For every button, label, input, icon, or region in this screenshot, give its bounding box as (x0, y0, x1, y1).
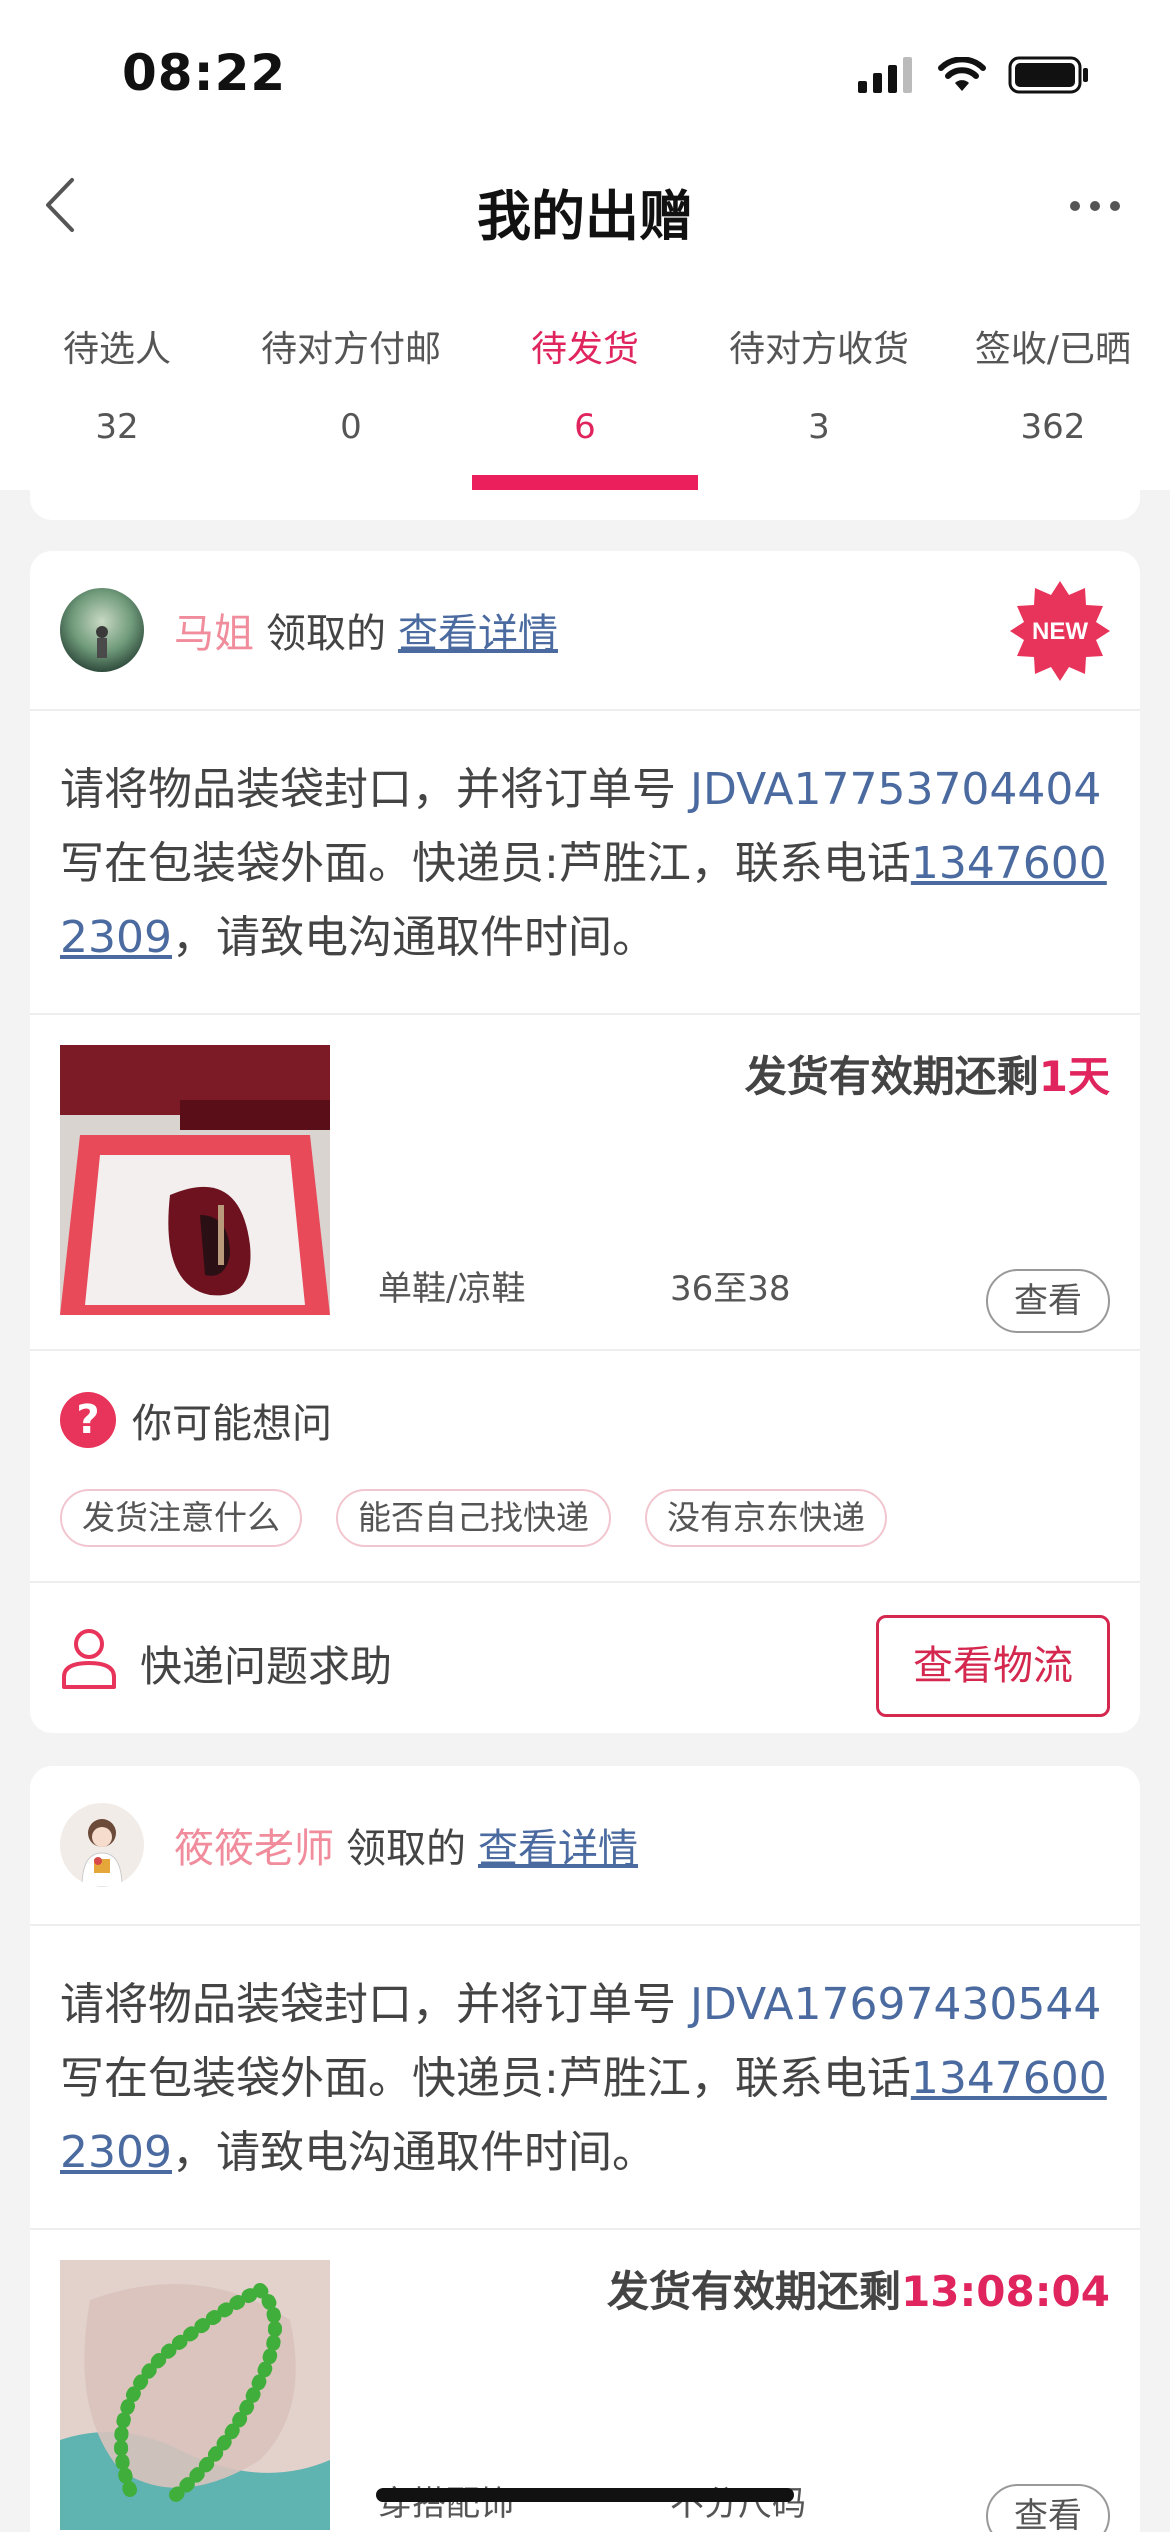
ship-deadline: 发货有效期还剩13:08:04 (607, 2258, 1110, 2319)
tab-label: 待对方收货 (728, 329, 909, 370)
view-item-button[interactable]: 查看 (986, 2484, 1110, 2532)
active-tab-indicator (472, 475, 698, 491)
instr-suffix: ，请致电沟通取件时间。 (171, 2127, 656, 2178)
tab-label: 待对方付邮 (260, 329, 441, 370)
instr-suffix: ，请致电沟通取件时间。 (171, 912, 656, 963)
tab-signed[interactable]: 签收/已晒 362 (936, 320, 1170, 452)
tab-count: 6 (574, 407, 596, 447)
top-area: 08:22 我的出赠 待选人 32 待对方付邮 0 待发货 6 待对方收货 3 … (0, 0, 1170, 491)
order-card: 筱筱老师 领取的 查看详情 请将物品装袋封口，并将订单号 JDVA1769743… (30, 1766, 1140, 2532)
previous-card-edge (30, 490, 1140, 520)
item-photo[interactable] (60, 2260, 330, 2530)
new-badge-label: NEW (1032, 618, 1088, 645)
instr-prefix: 请将物品装袋封口，并将订单号 (60, 764, 690, 815)
item-row: 发货有效期还剩13:08:04 穿搭配饰 不分尺码 查看 (30, 2230, 1140, 2532)
faq-chip[interactable]: 发货注意什么 (60, 1489, 302, 1547)
faq-chip[interactable]: 没有京东快递 (645, 1489, 887, 1547)
claim-row: 马姐 领取的 查看详情 NEW (30, 551, 1140, 711)
signal-icon (858, 57, 912, 93)
faq-header: ? 你可能想问 (60, 1391, 332, 1449)
deadline-value: 13:08:04 (901, 2267, 1110, 2316)
new-badge-icon: NEW (1010, 581, 1110, 681)
more-button[interactable] (1050, 176, 1140, 236)
avatar[interactable] (60, 588, 144, 672)
tab-label: 待选人 (62, 329, 171, 370)
view-item-button[interactable]: 查看 (986, 1269, 1110, 1333)
instr-mid: 写在包装袋外面。快递员:芦胜江，联系电话 (60, 838, 911, 889)
status-time: 08:22 (122, 44, 287, 102)
courier-help-row: 快递问题求助 查看物流 (30, 1583, 1140, 1733)
claim-row: 筱筱老师 领取的 查看详情 (30, 1766, 1140, 1926)
wifi-icon (938, 57, 986, 91)
person-icon (62, 1629, 116, 1689)
claimer-name[interactable]: 筱筱老师 (174, 1816, 334, 1874)
courier-help-link[interactable]: 快递问题求助 (140, 1633, 392, 1694)
faq-section: ? 你可能想问 发货注意什么 能否自己找快递 没有京东快递 (30, 1351, 1140, 1583)
order-card: 马姐 领取的 查看详情 NEW 请将物品装袋封口，并将订单号 JDVA17753… (30, 551, 1140, 1733)
avatar[interactable] (60, 1803, 144, 1887)
view-details-link[interactable]: 查看详情 (398, 601, 558, 659)
tab-to-select[interactable]: 待选人 32 (0, 320, 234, 452)
tab-count: 32 (95, 407, 139, 447)
claimer-name[interactable]: 马姐 (174, 601, 254, 659)
tab-label: 签收/已晒 (974, 329, 1132, 370)
tab-count: 362 (1020, 407, 1086, 447)
faq-title: 你可能想问 (132, 1401, 332, 1447)
more-icon (1070, 201, 1120, 211)
status-icons (858, 56, 1090, 94)
item-photo[interactable] (60, 1045, 330, 1315)
deadline-value: 1天 (1038, 1052, 1110, 1101)
item-category: 单鞋/凉鞋 (378, 1269, 526, 1309)
order-number[interactable]: JDVA17697430544 (690, 1979, 1101, 2030)
question-icon: ? (60, 1392, 116, 1448)
view-details-link[interactable]: 查看详情 (478, 1816, 638, 1874)
faq-chip[interactable]: 能否自己找快递 (336, 1489, 611, 1547)
view-logistics-button[interactable]: 查看物流 (876, 1615, 1110, 1717)
status-tabs: 待选人 32 待对方付邮 0 待发货 6 待对方收货 3 签收/已晒 362 (0, 320, 1170, 452)
battery-icon (1008, 56, 1088, 94)
tab-count: 0 (340, 407, 362, 447)
deadline-label: 发货有效期还剩 (607, 2267, 902, 2316)
tab-to-ship[interactable]: 待发货 6 (468, 320, 702, 452)
ship-deadline: 发货有效期还剩1天 (745, 1043, 1110, 1104)
deadline-label: 发货有效期还剩 (744, 1052, 1039, 1101)
item-size: 36至38 (670, 1269, 791, 1309)
tab-count: 3 (808, 407, 830, 447)
home-indicator[interactable] (376, 2488, 794, 2502)
page-title: 我的出赠 (477, 185, 693, 248)
claimed-text: 领取的 (346, 1826, 466, 1872)
tab-await-postage[interactable]: 待对方付邮 0 (234, 320, 468, 452)
item-row: 发货有效期还剩1天 单鞋/凉鞋 36至38 查看 (30, 1015, 1140, 1351)
shipping-instructions: 请将物品装袋封口，并将订单号 JDVA17753704404 写在包装袋外面。快… (30, 711, 1140, 1015)
tab-await-receipt[interactable]: 待对方收货 3 (702, 320, 936, 452)
tab-label: 待发货 (530, 329, 639, 370)
shipping-instructions: 请将物品装袋封口，并将订单号 JDVA17697430544 写在包装袋外面。快… (30, 1926, 1140, 2230)
faq-chips: 发货注意什么 能否自己找快递 没有京东快递 (60, 1489, 887, 1547)
order-number[interactable]: JDVA17753704404 (690, 764, 1101, 815)
instr-mid: 写在包装袋外面。快递员:芦胜江，联系电话 (60, 2053, 911, 2104)
instr-prefix: 请将物品装袋封口，并将订单号 (60, 1979, 690, 2030)
claimed-text: 领取的 (266, 611, 386, 657)
